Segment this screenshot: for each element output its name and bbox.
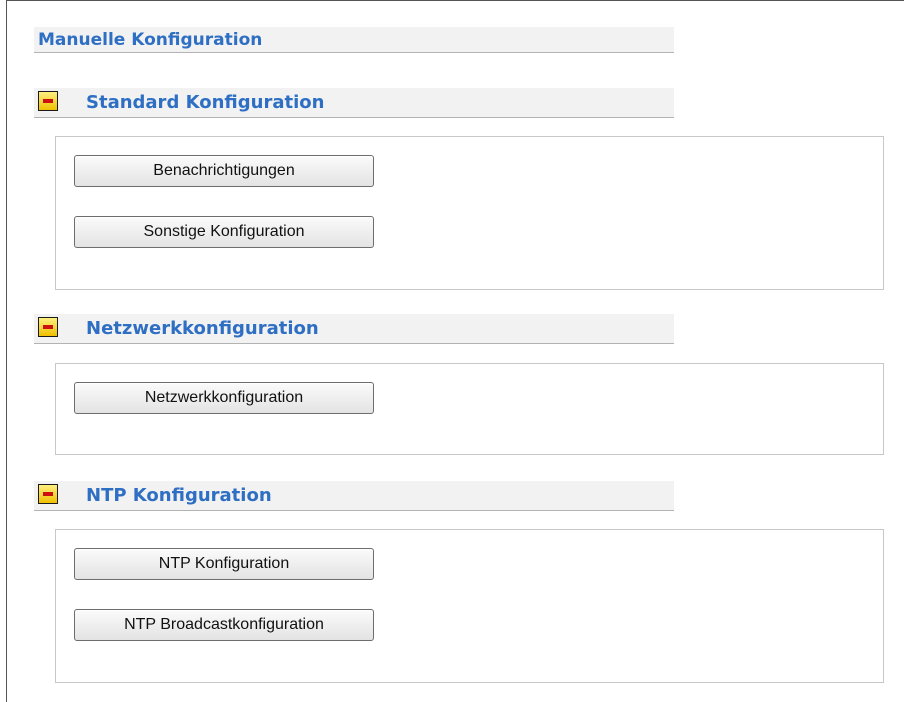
section-title-netzwerk: Netzwerkkonfiguration [86,318,319,339]
section-panel-standard: Benachrichtigungen Sonstige Konfiguratio… [55,136,884,290]
section-title-standard: Standard Konfiguration [86,92,325,113]
window-border-top [6,0,904,1]
page-title: Manuelle Konfiguration [34,27,674,53]
sonstige-konfiguration-button[interactable]: Sonstige Konfiguration [74,216,374,248]
collapse-minus-icon[interactable] [38,484,58,504]
ntp-broadcastkonfiguration-button[interactable]: NTP Broadcastkonfiguration [74,609,374,641]
window-border-left [6,0,7,702]
netzwerkkonfiguration-button[interactable]: Netzwerkkonfiguration [74,382,374,414]
section-header-ntp: NTP Konfiguration [34,481,674,511]
section-panel-ntp: NTP Konfiguration NTP Broadcastkonfigura… [55,529,884,683]
ntp-konfiguration-button[interactable]: NTP Konfiguration [74,548,374,580]
collapse-minus-icon[interactable] [38,91,58,111]
benachrichtigungen-button[interactable]: Benachrichtigungen [74,155,374,187]
section-panel-netzwerk: Netzwerkkonfiguration [55,363,884,455]
section-header-netzwerk: Netzwerkkonfiguration [34,314,674,344]
collapse-minus-icon[interactable] [38,317,58,337]
section-title-ntp: NTP Konfiguration [86,485,272,506]
section-header-standard: Standard Konfiguration [34,88,674,118]
